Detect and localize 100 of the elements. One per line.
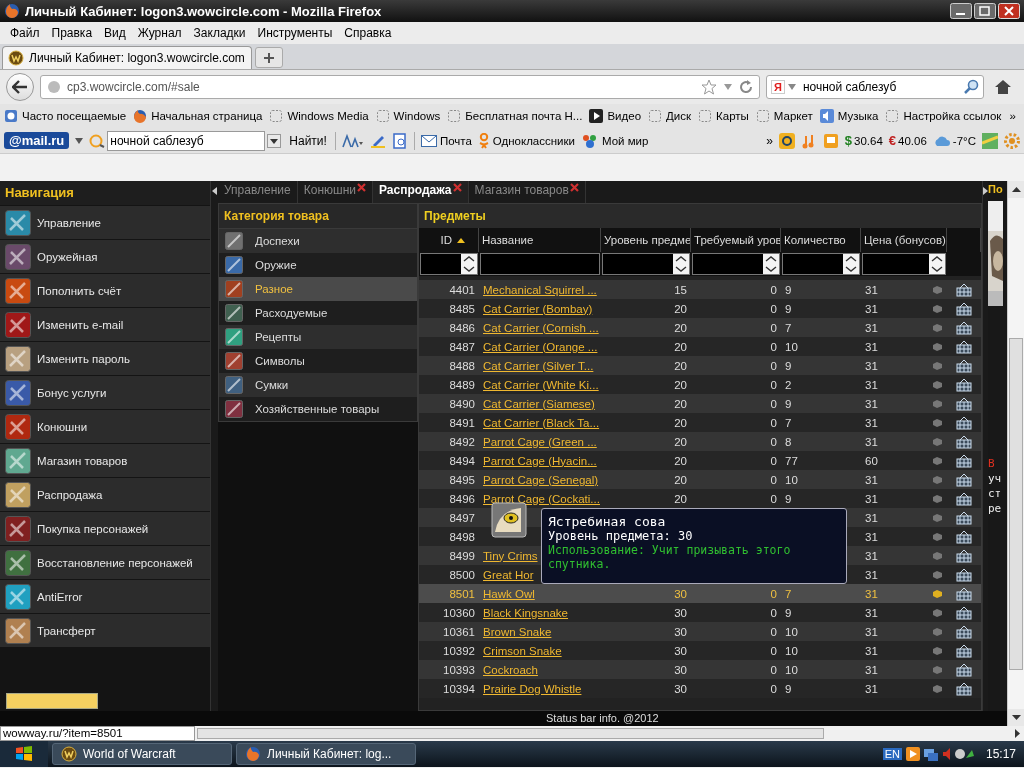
table-cell: 0 (770, 435, 777, 448)
clock: 15:17 (984, 747, 1017, 761)
table-cell: 7 (785, 416, 792, 429)
table-cell: 10361 (443, 625, 475, 638)
window-title: Личный Кабинет: logon3.wowcircle.com - Mozilla Firefox (25, 3, 382, 19)
panel-header: По (988, 183, 1004, 195)
table-cell: 8496 (449, 492, 475, 505)
table-cell: 10 (785, 625, 798, 638)
table-cell: 31 (865, 283, 878, 296)
table-cell: 8498 (449, 530, 475, 543)
table-cell: 0 (770, 663, 777, 676)
table-cell: 8495 (449, 473, 475, 486)
table-cell: 0 (770, 340, 777, 353)
table-cell: 31 (865, 530, 878, 543)
table-cell: 10 (785, 663, 798, 676)
table-cell: 9 (785, 682, 792, 695)
table-cell: 10360 (443, 606, 475, 619)
table-cell: 31 (865, 587, 878, 600)
table-cell: 20 (674, 340, 687, 353)
table-cell: 2 (785, 378, 792, 391)
table-cell: 0 (770, 587, 777, 600)
link-status: wowway.ru/?item=8501 (0, 726, 195, 741)
table-cell: 31 (865, 359, 878, 372)
table-cell: 20 (674, 454, 687, 467)
table-cell: 31 (865, 397, 878, 410)
table-cell: 9 (785, 492, 792, 505)
table-cell: 9 (785, 606, 792, 619)
table-cell: 8 (785, 435, 792, 448)
table-cell: 31 (865, 568, 878, 581)
table-cell: 31 (865, 682, 878, 695)
table-cell: 8489 (449, 378, 475, 391)
table-cell: 9 (785, 359, 792, 372)
table-cell: 31 (865, 511, 878, 524)
table-cell: 77 (785, 454, 798, 467)
table-cell: 0 (770, 625, 777, 638)
table-cell: 0 (770, 359, 777, 372)
table-cell: 20 (674, 378, 687, 391)
table-cell: 10 (785, 644, 798, 657)
table-cell: 31 (865, 606, 878, 619)
table-cell: 8491 (449, 416, 475, 429)
panel-header: Предметы (419, 204, 981, 228)
table-cell: 30 (674, 682, 687, 695)
table-cell: 9 (785, 283, 792, 296)
table-cell: 8486 (449, 321, 475, 334)
status-text: Status bar info. @2012 (546, 712, 659, 724)
table-cell: 7 (785, 587, 792, 600)
table-cell: 0 (770, 283, 777, 296)
table-cell: 31 (865, 378, 878, 391)
table-cell: 30 (674, 606, 687, 619)
panel-header: Навигация (0, 181, 210, 205)
panel-text: В (988, 456, 996, 471)
table-cell: 7 (785, 321, 792, 334)
table-cell: 20 (674, 492, 687, 505)
tooltip-title: Ястребиная сова (548, 514, 667, 529)
table-cell: 20 (674, 397, 687, 410)
table-cell: 8497 (449, 511, 475, 524)
table-cell: 0 (770, 473, 777, 486)
table-cell: 31 (865, 625, 878, 638)
table-cell: 20 (674, 416, 687, 429)
table-cell: 0 (770, 606, 777, 619)
panel-text: уч (988, 471, 1003, 486)
table-cell: 8499 (449, 549, 475, 562)
table-cell: 20 (674, 473, 687, 486)
table-cell: 30 (674, 644, 687, 657)
table-cell: 31 (865, 302, 878, 315)
table-cell: 4401 (449, 283, 475, 296)
table-cell: 31 (865, 549, 878, 562)
table-cell: 31 (865, 416, 878, 429)
table-cell: 10394 (443, 682, 475, 695)
table-cell: 15 (674, 283, 687, 296)
table-cell: 8501 (449, 587, 475, 600)
table-cell: 0 (770, 416, 777, 429)
table-cell: 20 (674, 302, 687, 315)
table-cell: 8492 (449, 435, 475, 448)
table-cell: 9 (785, 397, 792, 410)
table-cell: 9 (785, 302, 792, 315)
table-cell: 31 (865, 321, 878, 334)
table-cell: 0 (770, 682, 777, 695)
table-cell: 10 (785, 473, 798, 486)
table-cell: 30 (674, 625, 687, 638)
table-cell: 31 (865, 663, 878, 676)
table-cell: 0 (770, 397, 777, 410)
table-cell: 20 (674, 435, 687, 448)
table-cell: 30 (674, 587, 687, 600)
table-cell: 8500 (449, 568, 475, 581)
table-cell: 10392 (443, 644, 475, 657)
table-cell: 8494 (449, 454, 475, 467)
table-cell: 10393 (443, 663, 475, 676)
table-cell: 0 (770, 454, 777, 467)
table-cell: 8487 (449, 340, 475, 353)
panel-text: ре (988, 501, 1003, 516)
table-cell: 8490 (449, 397, 475, 410)
table-cell: 30 (674, 663, 687, 676)
table-cell: 20 (674, 321, 687, 334)
table-cell: 31 (865, 644, 878, 657)
table-cell: 0 (770, 321, 777, 334)
table-cell: 31 (865, 492, 878, 505)
table-cell: 0 (770, 644, 777, 657)
tooltip-text: Использование: Учит призывать этого спутника. (548, 543, 792, 571)
table-cell: 10 (785, 340, 798, 353)
